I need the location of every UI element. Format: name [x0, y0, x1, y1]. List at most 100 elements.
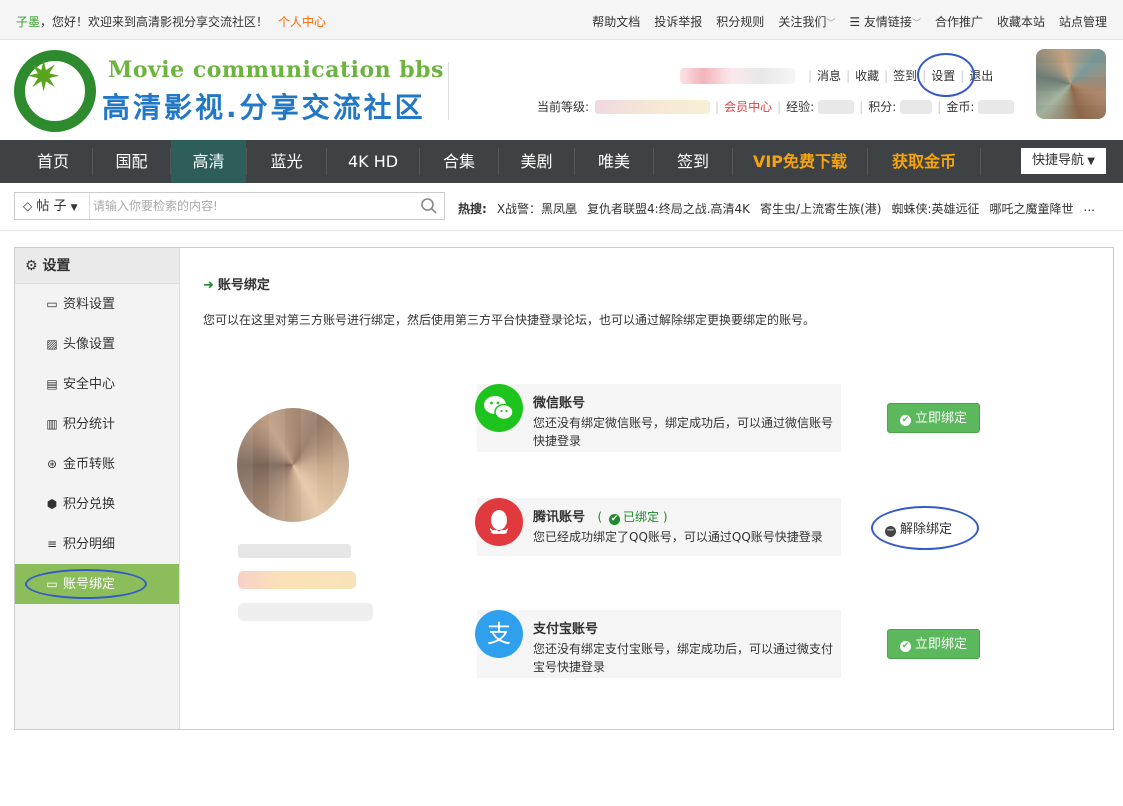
- header-divider: [448, 62, 449, 120]
- nav-item-us-series[interactable]: 美剧: [499, 140, 574, 183]
- bind-wechat-button[interactable]: ✔ 立即绑定: [887, 403, 980, 433]
- hot-search-item[interactable]: X战警：黑凤凰: [497, 200, 577, 217]
- bookmark-link[interactable]: 收藏本站: [997, 13, 1045, 30]
- hot-search-item[interactable]: 蜘蛛侠:英雄远征: [891, 200, 979, 217]
- site-admin-link[interactable]: 站点管理: [1059, 13, 1107, 30]
- sidebar-item-points-exchange[interactable]: ⬢ 积分兑换: [15, 484, 179, 524]
- account-name: 微信账号: [533, 396, 586, 411]
- experience-label: 经验:: [786, 100, 815, 114]
- search-bar: ◇ 帖 子 ▼ 热搜: X战警：黑凤凰 复仇者联盟4:终局之战.高清4K 寄生虫…: [0, 183, 1123, 231]
- alipay-icon: 支: [475, 610, 523, 658]
- user-stats: 当前等级: | 会员中心 | 经验: | 积分: | 金币:: [537, 98, 1015, 115]
- points-rules-link[interactable]: 积分规则: [716, 13, 764, 30]
- member-center-link[interactable]: 会员中心: [724, 98, 772, 115]
- main-nav: 首页 国配 高清 蓝光 4K HD 合集 美剧 唯美 签到 VIP免费下载 获取…: [0, 140, 1123, 183]
- hot-search-item[interactable]: 哪吒之魔童降世: [990, 200, 1074, 217]
- sidebar-item-points-stats[interactable]: ▥ 积分统计: [15, 404, 179, 444]
- top-bar: 子墨，您好！欢迎来到高清影视分享交流社区！ 个人中心 帮助文档 投诉举报 积分规则…: [0, 0, 1123, 40]
- nav-item-checkin[interactable]: 签到: [654, 140, 732, 183]
- nav-item-vip-download[interactable]: VIP免费下载: [733, 140, 867, 183]
- nav-item-hd[interactable]: 高清: [171, 140, 246, 183]
- quick-nav-button[interactable]: 快捷导航 ▼: [1021, 148, 1106, 174]
- search-box: ◇ 帖 子 ▼: [14, 192, 445, 220]
- wechat-icon: [475, 384, 523, 432]
- bind-alipay-button[interactable]: ✔ 立即绑定: [887, 629, 980, 659]
- bound-status: ( ✔ 已绑定 ): [597, 510, 668, 525]
- user-links: | 消息 | 收藏 | 签到 | 设置 | 退出: [680, 53, 993, 97]
- blurred-level: [595, 99, 711, 114]
- sidebar-item-gold-transfer[interactable]: ⊛ 金币转账: [15, 444, 179, 484]
- gold-label: 金币:: [946, 100, 975, 114]
- logo-chinese-title: 高清影视.分享交流社区: [102, 91, 426, 124]
- account-binding-content: ➜ 账号绑定 您可以在这里对第三方账号进行绑定，然后使用第三方平台快捷登录论坛，也…: [181, 248, 1113, 729]
- blurred-points: [900, 99, 933, 114]
- diamond-icon: ◇: [23, 199, 33, 213]
- hot-search-more[interactable]: ...: [1084, 200, 1095, 217]
- nav-item-home[interactable]: 首页: [14, 140, 92, 183]
- follow-us-link[interactable]: 关注我们﹀: [778, 13, 835, 30]
- logo-english-title: Movie communication bbs: [108, 57, 444, 83]
- sidebar-item-points-detail[interactable]: ≡ 积分明细: [15, 524, 179, 564]
- search-icon[interactable]: [420, 197, 438, 215]
- search-input[interactable]: [93, 197, 413, 215]
- cube-icon: ⬢: [46, 497, 58, 511]
- site-logo[interactable]: ✷: [14, 50, 96, 132]
- sidebar-title: ⚙ 设置: [15, 248, 179, 284]
- chevron-down-icon: ﹀: [826, 19, 836, 29]
- account-note: 您已经成功绑定了QQ账号，可以通过QQ账号快捷登录: [533, 530, 823, 544]
- sidebar-item-account-binding[interactable]: ▭ 账号绑定: [15, 564, 179, 604]
- account-name: 腾讯账号 ( ✔ 已绑定 ): [533, 510, 668, 525]
- image-icon: ▨: [46, 337, 58, 351]
- help-link[interactable]: 帮助文档: [592, 13, 640, 30]
- blurred-experience: [818, 99, 855, 114]
- nav-item-4k[interactable]: 4K HD: [327, 140, 419, 183]
- blurred-info: [238, 603, 373, 621]
- nav-item-aesthetic[interactable]: 唯美: [575, 140, 653, 183]
- settings-link[interactable]: 设置: [917, 53, 976, 97]
- sidebar-item-avatar[interactable]: ▨ 头像设置: [15, 324, 179, 364]
- hot-search-item[interactable]: 复仇者联盟4:终局之战.高清4K: [587, 200, 750, 217]
- favorites-link[interactable]: 收藏: [855, 67, 879, 84]
- login-arrow-icon: ➜: [203, 278, 214, 293]
- nav-item-collection[interactable]: 合集: [420, 140, 498, 183]
- leaf-icon: ✷: [26, 52, 62, 101]
- page-title: ➜ 账号绑定: [203, 278, 270, 293]
- personal-center-link[interactable]: 个人中心: [278, 15, 326, 29]
- checkin-link[interactable]: 签到: [893, 67, 917, 84]
- level-label: 当前等级:: [537, 100, 590, 114]
- coin-icon: ⊛: [46, 457, 58, 471]
- check-circle-icon: ✔: [899, 415, 911, 426]
- blurred-username: [680, 67, 795, 84]
- list-icon: ≡: [46, 537, 58, 551]
- check-circle-icon: ✔: [899, 641, 911, 652]
- hot-search-item[interactable]: 寄生虫/上流寄生族(港): [760, 200, 881, 217]
- hot-search-label: 热搜:: [458, 202, 487, 216]
- avatar[interactable]: [1036, 49, 1106, 119]
- search-type-select[interactable]: ◇ 帖 子 ▼: [15, 193, 90, 219]
- settings-panel: ⚙ 设置 ▭ 资料设置 ▨ 头像设置 ▤ 安全中心 ▥ 积分统计 ⊛ 金币转账 ⬢ 积分兑换…: [14, 247, 1114, 730]
- bar-chart-icon: ▥: [46, 417, 58, 431]
- cooperation-link[interactable]: 合作推广: [935, 13, 983, 30]
- nav-item-bluray[interactable]: 蓝光: [247, 140, 326, 183]
- nav-item-dubbed[interactable]: 国配: [93, 140, 170, 183]
- report-link[interactable]: 投诉举报: [654, 13, 702, 30]
- chevron-down-icon: ﹀: [911, 19, 921, 29]
- username-link[interactable]: 子墨: [16, 15, 40, 29]
- blurred-level: [238, 571, 356, 589]
- sidebar-item-profile[interactable]: ▭ 资料设置: [15, 284, 179, 324]
- friend-links-menu[interactable]: ☰ 友情链接﹀: [849, 13, 921, 30]
- hot-search: 热搜: X战警：黑凤凰 复仇者联盟4:终局之战.高清4K 寄生虫/上流寄生族(港…: [458, 200, 1095, 217]
- blurred-gold: [978, 99, 1015, 114]
- menu-icon: ☰: [849, 15, 864, 29]
- annotation-ellipse: [25, 569, 147, 599]
- blurred-username: [238, 544, 351, 558]
- nav-item-get-gold[interactable]: 获取金币: [868, 140, 980, 183]
- sidebar-item-security[interactable]: ▤ 安全中心: [15, 364, 179, 404]
- profile-avatar: [237, 408, 349, 522]
- account-note: 您还没有绑定支付宝账号，绑定成功后，可以通过微支付宝号快捷登录: [533, 642, 834, 674]
- messages-link[interactable]: 消息: [817, 67, 841, 84]
- check-circle-icon: ✔: [609, 514, 621, 525]
- account-name: 支付宝账号: [533, 622, 599, 637]
- caret-down-icon: ▼: [70, 203, 78, 213]
- points-label: 积分:: [868, 100, 897, 114]
